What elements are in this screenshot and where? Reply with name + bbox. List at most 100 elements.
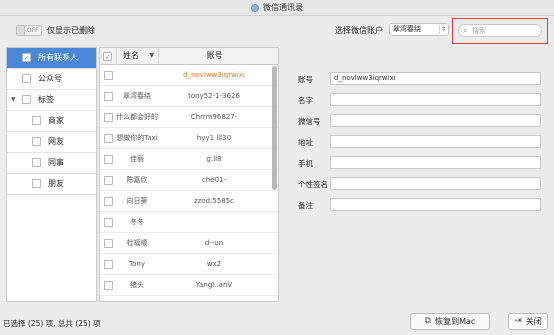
checkbox-checked[interactable]: ✓ [22, 53, 31, 62]
restore-button-label: 恢复到Mac [435, 317, 476, 326]
column-header-account[interactable]: 账号 [158, 48, 270, 64]
checkbox[interactable] [32, 179, 41, 188]
name-field[interactable] [330, 93, 541, 106]
field-label: 微信号 [298, 117, 321, 126]
table-row[interactable]: 佳丽 g:ll8 [100, 149, 278, 170]
row-checkbox[interactable] [104, 218, 113, 227]
only-deleted-label: 仅显示已删除 [47, 26, 95, 35]
row-checkbox[interactable] [104, 239, 113, 248]
signature-field[interactable] [330, 177, 541, 190]
table-row[interactable]: Tony wx2 [100, 254, 278, 275]
search-input[interactable] [472, 25, 538, 36]
field-label: 手机 [298, 159, 313, 168]
contact-account: d--un [204, 239, 224, 247]
sidebar-item-tags[interactable]: ▼ 标签 [7, 90, 96, 111]
field-label: 账号 [298, 75, 313, 84]
contact-name: 翠湾春绕 [123, 91, 151, 100]
row-checkbox[interactable] [104, 134, 113, 143]
checkbox[interactable] [32, 116, 41, 125]
exit-icon: ⇥ [514, 316, 522, 326]
account-select-value: 翠湾春绕 [393, 25, 421, 33]
scrollbar-thumb[interactable] [272, 66, 277, 190]
column-header-label: 姓名 [123, 51, 139, 60]
form-row-account: 账号 d_novlww3iqrwixi [292, 70, 550, 91]
contact-detail-form: 账号 d_novlww3iqrwixi 名字 微信号 地址 手机 个性签名 备注 [292, 70, 550, 217]
sidebar-item-colleagues[interactable]: 同事 [7, 153, 96, 174]
contact-account: wx2 [206, 260, 222, 268]
checkbox[interactable] [32, 137, 41, 146]
contact-list: ✓ 姓名 ▼ 账号 d_novlww3iqrwixi 翠湾春绕 tony52-1… [99, 47, 279, 302]
select-all-checkbox[interactable]: ✓ [103, 52, 112, 61]
row-checkbox[interactable] [104, 281, 113, 290]
contact-name: 向日葵 [126, 196, 148, 205]
field-label: 备注 [298, 201, 313, 210]
table-row[interactable]: 冬冬 [100, 212, 278, 233]
row-checkbox[interactable] [104, 113, 113, 122]
contact-account [158, 212, 270, 232]
form-row-remark: 备注 [292, 196, 550, 217]
table-row[interactable]: 想做你的Taxi hyy1 lll30 [100, 128, 278, 149]
phone-field[interactable] [330, 156, 541, 169]
disclosure-triangle-icon[interactable]: ▼ [11, 90, 16, 110]
contact-account: Yangl..anV [195, 281, 233, 289]
chevron-updown-icon: ⇕ [439, 25, 447, 34]
checkbox[interactable] [32, 158, 41, 167]
row-checkbox[interactable] [104, 92, 113, 101]
sort-down-icon: ▼ [149, 52, 154, 59]
form-row-name: 名字 [292, 91, 550, 112]
restore-to-mac-button[interactable]: ⧉ 恢复到Mac [410, 313, 490, 330]
sidebar-item-merchants[interactable]: 商家 [7, 111, 96, 132]
sidebar-item-official-accounts[interactable]: 公众号 [7, 69, 96, 90]
row-checkbox[interactable] [104, 197, 113, 206]
wechat-id-field[interactable] [330, 114, 541, 127]
sidebar-item-all-contacts[interactable]: ✓ 所有联系人 [7, 48, 96, 69]
checkbox[interactable] [22, 74, 31, 83]
sidebar-item-label: 商家 [48, 116, 64, 125]
search-field[interactable]: ⌕ [458, 24, 542, 37]
contact-name: 猪头 [130, 280, 144, 289]
form-row-phone: 手机 [292, 154, 550, 175]
sidebar: ✓ 所有联系人 公众号 ▼ 标签 商家 网友 同事 朋友 [6, 47, 97, 302]
account-field[interactable]: d_novlww3iqrwixi [330, 72, 541, 85]
contact-account: Chrrm96827- [190, 113, 238, 121]
toolbar: OFF 仅显示已删除 选择微信账户 翠湾春绕 ⇕ ⌕ [0, 16, 554, 46]
sidebar-item-netfriends[interactable]: 网友 [7, 132, 96, 153]
contact-account: tony52-1-3626 [188, 92, 240, 100]
address-field[interactable] [330, 135, 541, 148]
sidebar-item-label: 所有联系人 [38, 53, 78, 62]
table-row[interactable]: 什么都会好的 Chrrm96827- [100, 107, 278, 128]
form-row-address: 地址 [292, 133, 550, 154]
remark-field[interactable] [330, 198, 541, 211]
contact-name: 佳丽 [130, 154, 144, 163]
restore-icon: ⧉ [424, 316, 432, 326]
contact-account: g:ll8 [206, 155, 222, 163]
form-row-signature: 个性签名 [292, 175, 550, 196]
contact-name: 什么都会好的 [116, 112, 158, 121]
sidebar-item-friends[interactable]: 朋友 [7, 174, 96, 195]
window-title: 微信通讯录 [263, 3, 303, 12]
table-row[interactable]: 翠湾春绕 tony52-1-3626 [100, 86, 278, 107]
field-label: 地址 [298, 138, 313, 147]
sidebar-item-label: 网友 [48, 137, 64, 146]
contact-account: hyy1 lll30 [196, 134, 232, 142]
account-select[interactable]: 翠湾春绕 ⇕ [389, 23, 449, 36]
contact-account: d_novlww3iqrwixi [183, 71, 245, 79]
row-checkbox[interactable] [104, 176, 113, 185]
table-row[interactable]: 陈嘉欣 che01- [100, 170, 278, 191]
close-button[interactable]: ⇥ 关闭 [508, 313, 548, 330]
row-checkbox[interactable] [104, 260, 113, 269]
table-row[interactable]: 杜福顺 d--un [100, 233, 278, 254]
table-row[interactable]: 向日葵 zzod:5585c [100, 191, 278, 212]
table-row[interactable]: 猪头 Yangl..anV [100, 275, 278, 296]
table-row[interactable]: d_novlww3iqrwixi [100, 65, 278, 86]
app-icon [251, 3, 259, 12]
row-checkbox[interactable] [104, 155, 113, 164]
column-header-name[interactable]: 姓名 ▼ [116, 48, 158, 64]
sidebar-item-label: 同事 [48, 158, 64, 167]
checkbox[interactable] [22, 95, 31, 104]
sidebar-item-label: 标签 [38, 95, 54, 104]
row-checkbox[interactable] [104, 71, 113, 80]
search-icon: ⌕ [463, 26, 468, 35]
only-deleted-toggle[interactable]: OFF [16, 25, 42, 36]
toggle-knob [17, 26, 25, 35]
